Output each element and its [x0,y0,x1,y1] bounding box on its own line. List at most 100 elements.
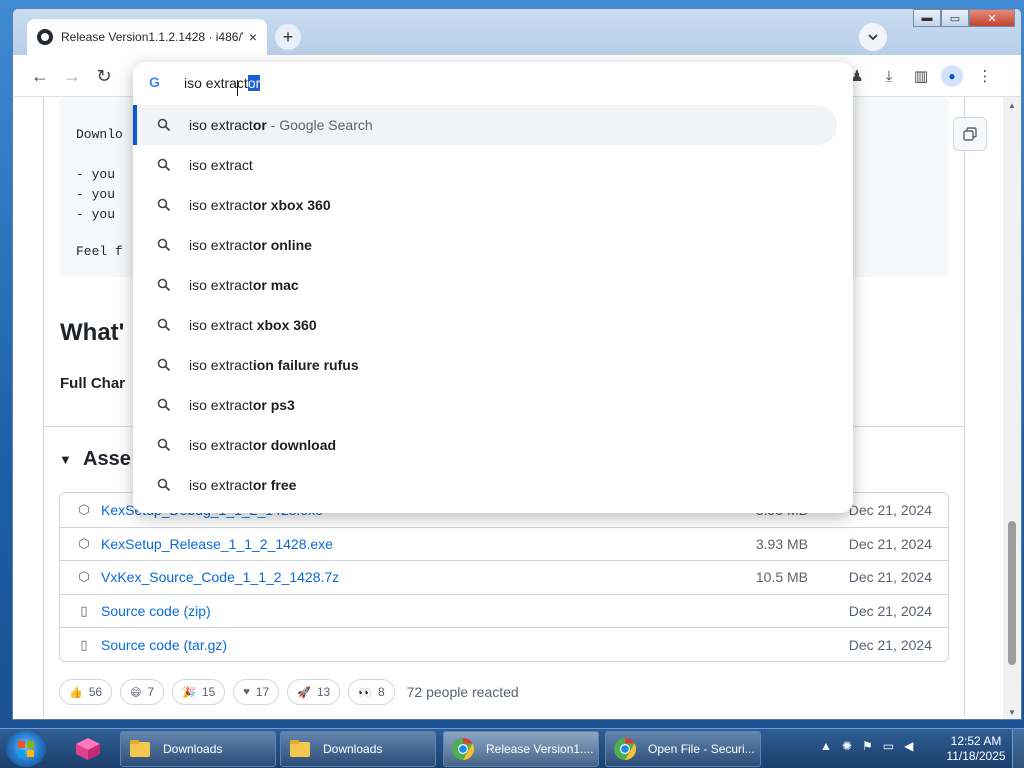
system-tray: ▲ ✺ ⚑ ▭ ◀ [820,739,923,753]
autocomplete-selection: or [247,75,261,91]
suggestion-completion: or online [252,237,312,253]
suggestion-prefix: iso extract [189,317,253,333]
suggestion-item[interactable]: iso extractor - Google Search [133,105,837,145]
asset-link[interactable]: Source code (zip) [101,603,211,619]
suggestion-text: iso extractor xbox 360 [189,197,331,213]
clock-time: 12:52 AM [950,734,1002,748]
suggestion-item[interactable]: iso extractor xbox 360 [133,185,837,225]
assets-table: ⬡ KexSetup_Debug_1_1_2_1428.exe 3.93 MB … [59,492,949,662]
file-zip-icon: ▯ [80,603,88,619]
tab-search-button[interactable] [859,23,887,51]
suggestion-item[interactable]: iso extractor online [133,225,837,265]
scroll-down-arrow[interactable]: ▼ [1008,708,1016,717]
tray-expand-icon[interactable]: ▲ [820,739,832,753]
search-icon [157,438,171,452]
suggestion-text: iso extractor download [189,437,336,453]
suggestion-text: iso extract [189,157,253,173]
asset-link[interactable]: Source code (tar.gz) [101,637,227,653]
page-scrollbar[interactable]: ▲ ▼ [1003,97,1021,719]
reaction-laugh[interactable]: 😄 7 [120,679,165,705]
reaction-thumbs-up[interactable]: 👍 56 [59,679,113,705]
asset-date: Dec 21, 2024 [848,636,932,653]
suggestion-prefix: iso extract [189,397,253,413]
full-changelog-text[interactable]: Full Char [60,375,125,392]
asset-link[interactable]: VxKex_Source_Code_1_1_2_1428.7z [101,569,339,585]
taskbar-item-release-version[interactable]: Release Version1.... [443,731,599,767]
window-controls: ▬ ▭ ✕ [913,9,1015,27]
copy-button[interactable] [953,117,987,151]
suggestion-text: iso extract xbox 360 [189,317,317,333]
suggestion-item[interactable]: iso extractor free [133,465,837,505]
forward-button[interactable]: → [59,63,85,89]
clock[interactable]: 12:52 AM 11/18/2025 [944,734,1008,764]
clock-date: 11/18/2025 [946,749,1006,763]
suggestion-prefix: iso extract [189,237,253,253]
side-panel-icon[interactable]: ▥ [909,64,933,88]
reaction-count: 17 [255,685,270,699]
profile-avatar[interactable]: ● [941,65,963,87]
start-button[interactable] [6,731,46,767]
suggestion-item[interactable]: iso extraction failure rufus [133,345,837,385]
suggestion-prefix: iso extract [189,357,253,373]
menu-icon[interactable]: ⋮ [973,64,997,88]
taskbar-item-open-file[interactable]: Open File - Securi... [605,731,761,767]
google-icon: G [149,74,160,90]
network-icon[interactable]: ✺ [842,739,852,753]
suggestion-item[interactable]: iso extractor download [133,425,837,465]
assets-heading[interactable]: Asse [83,448,131,471]
reaction-hooray[interactable]: 🎉 15 [172,679,226,705]
reaction-eyes[interactable]: 👀 8 [348,679,395,705]
suggestion-prefix: iso extract [189,157,253,173]
windows-logo-icon [18,741,34,757]
suggestion-text: iso extraction failure rufus [189,357,359,373]
asset-link[interactable]: KexSetup_Release_1_1_2_1428.exe [101,536,333,552]
back-button[interactable]: ← [27,63,53,89]
new-tab-button[interactable]: + [275,24,301,50]
assets-toggle-icon[interactable]: ▼ [59,452,72,467]
file-zip-icon: ▯ [80,636,88,652]
suggestion-completion: or download [252,437,337,453]
taskbar-item-downloads-1[interactable]: Downloads [120,731,276,767]
downloads-icon[interactable]: ⤓ [877,64,901,88]
close-window-button[interactable]: ✕ [969,9,1015,27]
volume-icon[interactable]: ◀ [904,739,913,753]
tab-close-icon[interactable]: × [249,29,257,45]
show-desktop-button[interactable] [1012,729,1024,768]
taskbar-item-downloads-2[interactable]: Downloads [280,731,436,767]
suggestion-item[interactable]: iso extract [133,145,837,185]
reload-button[interactable]: ↻ [91,63,117,89]
tab-strip: Release Version1.1.2.1428 · i486/VxKex ×… [13,9,1021,55]
package-icon: ⬡ [78,535,90,551]
asset-row: ⬡ VxKex_Source_Code_1_1_2_1428.7z 10.5 M… [60,560,948,594]
address-bar[interactable]: G iso extractor [133,62,853,104]
scroll-up-arrow[interactable]: ▲ [1008,101,1016,110]
suggestion-item[interactable]: iso extractor mac [133,265,837,305]
maximize-button[interactable]: ▭ [941,9,969,27]
code-line: - you [76,207,116,222]
tab-release-version[interactable]: Release Version1.1.2.1428 · i486/VxKex × [27,19,267,55]
pinned-app-icon[interactable] [66,733,110,765]
search-icon [157,478,171,492]
reaction-heart[interactable]: ♥ 17 [233,679,280,705]
chevron-down-icon [868,34,878,41]
suggestion-completion: or free [252,477,297,493]
package-icon: ⬡ [78,569,90,585]
tab-title: Release Version1.1.2.1428 · i486/VxKex [61,30,243,44]
suggestion-prefix: iso extract [189,477,253,493]
display-icon[interactable]: ▭ [883,739,894,753]
reaction-rocket[interactable]: 🚀 13 [287,679,341,705]
suggestion-item[interactable]: iso extractor ps3 [133,385,837,425]
flag-icon[interactable]: ⚑ [862,739,873,753]
suggestion-suffix: - Google Search [266,117,373,133]
address-input[interactable]: iso extractor [184,75,261,91]
taskbar-label: Release Version1.... [486,742,594,756]
heart-icon: ♥ [243,686,250,698]
suggestion-completion: or mac [252,277,299,293]
search-icon [157,198,171,212]
search-icon [157,158,171,172]
code-line: - you [76,187,116,202]
minimize-button[interactable]: ▬ [913,9,941,27]
scroll-thumb[interactable] [1008,521,1016,665]
suggestion-item[interactable]: iso extract xbox 360 [133,305,837,345]
laugh-icon: 😄 [130,686,142,699]
